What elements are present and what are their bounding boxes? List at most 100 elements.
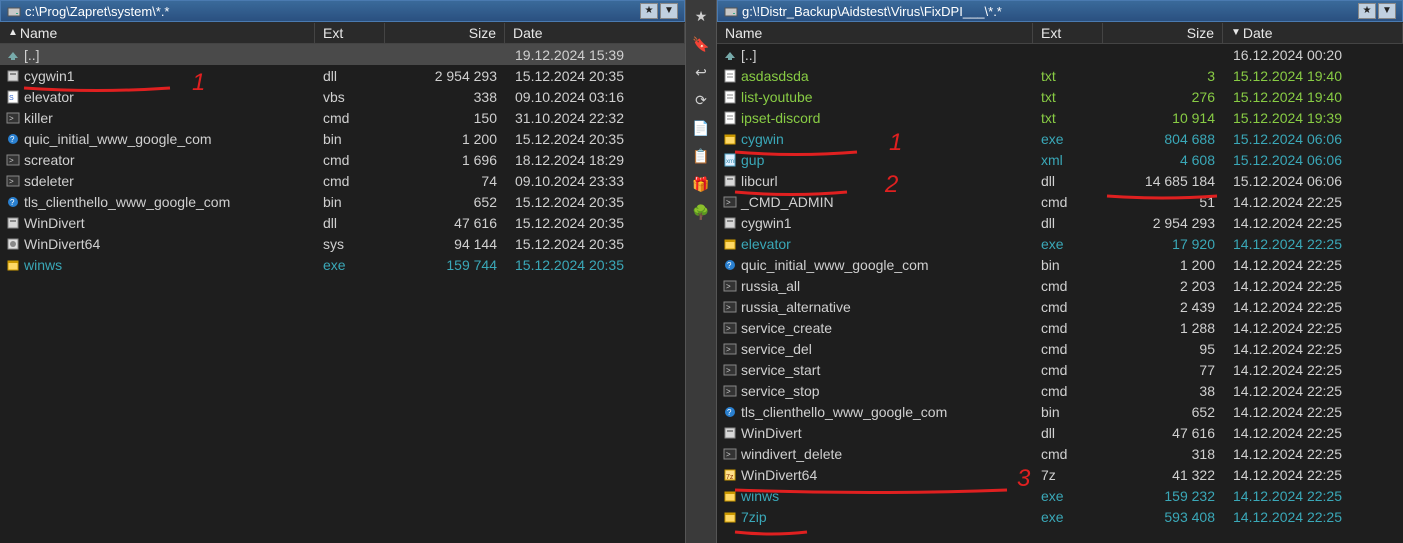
updir-icon xyxy=(6,48,20,62)
cmd-icon: > xyxy=(723,363,737,377)
file-row[interactable]: cygwin1dll2 954 29314.12.2024 22:25 xyxy=(717,212,1403,233)
header-size[interactable]: Size xyxy=(1103,23,1223,43)
file-ext: exe xyxy=(1033,131,1103,147)
header-name[interactable]: Name xyxy=(717,23,1033,43)
file-row[interactable]: >russia_alternativecmd2 43914.12.2024 22… xyxy=(717,296,1403,317)
file-row[interactable]: >_CMD_ADMINcmd5114.12.2024 22:25 xyxy=(717,191,1403,212)
doc-icon[interactable]: 📄 xyxy=(689,116,713,140)
file-size: 159 744 xyxy=(385,257,505,273)
svg-text:>: > xyxy=(726,387,731,396)
path-fav-button[interactable]: ★ xyxy=(640,3,658,19)
file-ext: cmd xyxy=(1033,446,1103,462)
copy-icon[interactable]: 📋 xyxy=(689,144,713,168)
file-size: 1 288 xyxy=(1103,320,1223,336)
refresh-icon[interactable]: ⟳ xyxy=(689,88,713,112)
star-icon[interactable]: ★ xyxy=(689,4,713,28)
file-date: 19.12.2024 15:39 xyxy=(505,47,685,63)
header-name[interactable]: ▲Name xyxy=(0,23,315,43)
cmd-icon: > xyxy=(723,300,737,314)
file-size: 38 xyxy=(1103,383,1223,399)
gift-icon[interactable]: 🎁 xyxy=(689,172,713,196)
file-row[interactable]: WinDivert64sys94 14415.12.2024 20:35 xyxy=(0,233,685,254)
svg-text:xml: xml xyxy=(726,159,735,165)
file-row[interactable]: [..]16.12.2024 00:20 xyxy=(717,44,1403,65)
file-list-right[interactable]: [..]16.12.2024 00:20asdasdsdatxt315.12.2… xyxy=(717,44,1403,543)
file-row[interactable]: ?quic_initial_www_google_combin1 20014.1… xyxy=(717,254,1403,275)
bin-icon: ? xyxy=(6,132,20,146)
file-row[interactable]: ?quic_initial_www_google_combin1 20015.1… xyxy=(0,128,685,149)
file-row[interactable]: cygwin1dll2 954 29315.12.2024 20:35 xyxy=(0,65,685,86)
file-row[interactable]: ipset-discordtxt10 91415.12.2024 19:39 xyxy=(717,107,1403,128)
file-row[interactable]: Selevatorvbs33809.10.2024 03:16 xyxy=(0,86,685,107)
header-ext[interactable]: Ext xyxy=(315,23,385,43)
file-name: sdeleter xyxy=(24,173,74,189)
cmd-icon: > xyxy=(723,342,737,356)
header-date[interactable]: Date xyxy=(505,23,685,43)
file-row[interactable]: >service_createcmd1 28814.12.2024 22:25 xyxy=(717,317,1403,338)
file-row[interactable]: ?tls_clienthello_www_google_combin65214.… xyxy=(717,401,1403,422)
file-list-left[interactable]: [..] 19.12.2024 15:39 cygwin1dll2 954 2931… xyxy=(0,44,685,543)
file-row[interactable]: winwsexe159 23214.12.2024 22:25 xyxy=(717,485,1403,506)
svg-text:?: ? xyxy=(10,198,15,207)
file-row[interactable]: >screatorcmd1 69618.12.2024 18:29 xyxy=(0,149,685,170)
dll-icon xyxy=(6,69,20,83)
file-row[interactable]: WinDivertdll47 61614.12.2024 22:25 xyxy=(717,422,1403,443)
file-row[interactable]: WinDivertdll47 61615.12.2024 20:35 xyxy=(0,212,685,233)
file-row[interactable]: elevatorexe17 92014.12.2024 22:25 xyxy=(717,233,1403,254)
file-row[interactable]: 7zWinDivert647z41 32214.12.2024 22:25 xyxy=(717,464,1403,485)
cmd-icon: > xyxy=(6,174,20,188)
path-fav-button[interactable]: ★ xyxy=(1358,3,1376,19)
file-date: 31.10.2024 22:32 xyxy=(505,110,685,126)
file-row[interactable]: >windivert_deletecmd31814.12.2024 22:25 xyxy=(717,443,1403,464)
file-row[interactable]: >service_startcmd7714.12.2024 22:25 xyxy=(717,359,1403,380)
bookmark-icon[interactable]: 🔖 xyxy=(689,32,713,56)
file-ext: cmd xyxy=(1033,278,1103,294)
file-size: 4 608 xyxy=(1103,152,1223,168)
file-row[interactable]: >service_delcmd9514.12.2024 22:25 xyxy=(717,338,1403,359)
path-dropdown-button[interactable]: ▼ xyxy=(660,3,678,19)
header-size[interactable]: Size xyxy=(385,23,505,43)
file-date: 14.12.2024 22:25 xyxy=(1223,320,1403,336)
file-name: cygwin1 xyxy=(24,68,75,84)
cmd-icon: > xyxy=(723,279,737,293)
file-size: 2 954 293 xyxy=(1103,215,1223,231)
file-row[interactable]: list-youtubetxt27615.12.2024 19:40 xyxy=(717,86,1403,107)
file-row[interactable]: 7zipexe593 40814.12.2024 22:25 xyxy=(717,506,1403,527)
file-date: 15.12.2024 20:35 xyxy=(505,257,685,273)
file-row[interactable]: asdasdsdatxt315.12.2024 19:40 xyxy=(717,65,1403,86)
header-ext[interactable]: Ext xyxy=(1033,23,1103,43)
file-row[interactable]: >sdeletercmd7409.10.2024 23:33 xyxy=(0,170,685,191)
updir-icon xyxy=(723,48,737,62)
file-size: 47 616 xyxy=(1103,425,1223,441)
file-date: 14.12.2024 22:25 xyxy=(1223,299,1403,315)
file-row[interactable]: cygwinexe804 68815.12.2024 06:06 xyxy=(717,128,1403,149)
header-date[interactable]: ▼Date xyxy=(1223,23,1403,43)
svg-text:S: S xyxy=(9,95,14,102)
file-date: 14.12.2024 22:25 xyxy=(1223,362,1403,378)
file-row[interactable]: [..] 19.12.2024 15:39 xyxy=(0,44,685,65)
column-headers-left: ▲Name Ext Size Date xyxy=(0,22,685,44)
path-bar-right[interactable]: g:\!Distr_Backup\Aidstest\Virus\FixDPI__… xyxy=(717,0,1403,22)
path-bar-left[interactable]: c:\Prog\Zapret\system\*.* ★ ▼ xyxy=(0,0,685,22)
file-name: service_create xyxy=(741,320,832,336)
file-name: [..] xyxy=(24,47,40,63)
exe-icon xyxy=(723,510,737,524)
file-row[interactable]: >russia_allcmd2 20314.12.2024 22:25 xyxy=(717,275,1403,296)
file-row[interactable]: ?tls_clienthello_www_google_combin65215.… xyxy=(0,191,685,212)
file-row[interactable]: >killercmd15031.10.2024 22:32 xyxy=(0,107,685,128)
file-name: screator xyxy=(24,152,75,168)
file-row[interactable]: libcurldll14 685 18415.12.2024 06:06 xyxy=(717,170,1403,191)
file-row[interactable]: >service_stopcmd3814.12.2024 22:25 xyxy=(717,380,1403,401)
file-ext: cmd xyxy=(1033,362,1103,378)
bin-icon: ? xyxy=(6,195,20,209)
file-ext: dll xyxy=(1033,173,1103,189)
file-name: cygwin xyxy=(741,131,784,147)
file-ext: cmd xyxy=(315,173,385,189)
path-dropdown-button[interactable]: ▼ xyxy=(1378,3,1396,19)
file-ext: cmd xyxy=(315,110,385,126)
tree-icon[interactable]: 🌳 xyxy=(689,200,713,224)
file-row[interactable]: winwsexe159 74415.12.2024 20:35 xyxy=(0,254,685,275)
history-icon[interactable]: ↩ xyxy=(689,60,713,84)
file-row[interactable]: xmlgupxml4 60815.12.2024 06:06 xyxy=(717,149,1403,170)
file-name: libcurl xyxy=(741,173,778,189)
